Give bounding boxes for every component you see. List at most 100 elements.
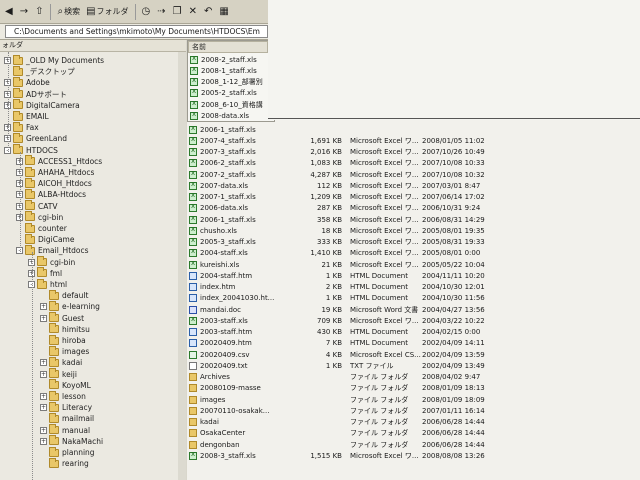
- tree-item[interactable]: + e-learning: [40, 300, 100, 312]
- tree-item[interactable]: + manual: [40, 424, 90, 436]
- folder-icon: [49, 457, 59, 468]
- tree-item[interactable]: counter: [16, 222, 67, 234]
- tree-item[interactable]: default: [40, 289, 88, 301]
- delete-button[interactable]: ✕: [186, 3, 201, 21]
- file-date: 2007/03/01 8:47: [422, 181, 481, 190]
- file-row[interactable]: 2007-2_staff.xls 4,287 KB Microsoft Excel …: [189, 169, 512, 180]
- tree-item[interactable]: _デスクトップ: [4, 65, 75, 77]
- tree-item[interactable]: + lesson: [40, 390, 86, 402]
- tree-item[interactable]: + Guest: [40, 312, 84, 324]
- file-row[interactable]: images ファイル フォルダ 2008/01/09 18:09: [189, 394, 512, 405]
- tree-item[interactable]: rearing: [40, 457, 89, 469]
- file-row[interactable]: chusho.xls 18 KB Microsoft Excel ワ...2005/…: [189, 225, 512, 236]
- file-date: 2008/01/09 18:13: [422, 384, 485, 393]
- column-header-name[interactable]: 名前: [188, 41, 268, 53]
- file-row[interactable]: 2007-1_staff.xls 1,209 KB Microsoft Excel …: [189, 191, 512, 203]
- file-row[interactable]: dengonban ファイル フォルダ 2006/06/28 14:44: [189, 439, 512, 450]
- file-row[interactable]: 2006-data.xls 287 KB Microsoft Excel ワ...2…: [189, 202, 512, 214]
- expand-icon[interactable]: +: [40, 404, 47, 412]
- file-row[interactable]: kadai ファイル フォルダ 2006/06/28 14:44: [189, 417, 512, 428]
- file-row[interactable]: 2007-4_staff.xls 1,691 KB Microsoft Excel …: [189, 135, 512, 146]
- back-button[interactable]: ◀: [2, 3, 17, 21]
- tree-item[interactable]: + _OLD My Documents: [4, 54, 104, 66]
- file-row[interactable]: 20020409.csv 4 KB Microsoft Excel CS... 200…: [189, 349, 512, 360]
- file-row[interactable]: index_20041030.ht... 1 KB HTML Document 200…: [189, 293, 512, 304]
- file-row[interactable]: OsakaCenter ファイル フォルダ 2006/06/28 14:44: [189, 428, 512, 439]
- expand-icon[interactable]: +: [40, 314, 47, 322]
- move-to-button[interactable]: ⇢: [154, 3, 169, 21]
- file-row[interactable]: 20070110-osakak... ファイル フォルダ 2007/01/11 16…: [189, 405, 512, 416]
- file-type: HTML Document: [350, 283, 408, 291]
- tree-item[interactable]: + fml: [28, 267, 62, 279]
- file-row[interactable]: index.htm 2 KB HTML Document 2004/10/30 12:…: [189, 282, 512, 293]
- file-row[interactable]: 20020409.htm 7 KB HTML Document 2002/04/09 …: [189, 338, 512, 349]
- tree-item[interactable]: + AHAHA_Htdocs: [16, 166, 94, 178]
- tree-item-label: html: [50, 280, 68, 289]
- file-row[interactable]: 2006-1_staff.xls: [189, 124, 512, 135]
- file-name: 2007-data.xls: [200, 181, 249, 190]
- tree-item[interactable]: + cgi-bin: [28, 256, 75, 268]
- search-button[interactable]: ⌕ 検索: [54, 3, 83, 21]
- file-row[interactable]: 2006-1_staff.xls 358 KB Microsoft Excel ワ.…: [189, 214, 512, 225]
- tree-item[interactable]: + CATV: [16, 200, 58, 212]
- tree-item[interactable]: mailmail: [40, 412, 94, 424]
- tree-item[interactable]: + NakaMachi: [40, 435, 103, 447]
- tree-item[interactable]: + ALBA-Htdocs: [16, 188, 86, 200]
- file-type: HTML Document: [350, 328, 408, 336]
- views-button[interactable]: ▦: [216, 3, 232, 21]
- tree-item[interactable]: - html: [28, 278, 68, 290]
- expand-icon[interactable]: +: [40, 359, 47, 367]
- folder-icon: [13, 76, 23, 87]
- tree-item[interactable]: + AICOH_Htdocs: [16, 177, 92, 189]
- tree-item[interactable]: KoyoML: [40, 379, 91, 391]
- folder-tree[interactable]: + _OLD My Documents _デスクトップ + Adobe + ADサポート + D…: [0, 52, 186, 480]
- file-row[interactable]: 2006-2_staff.xls 1,083 KB Microsoft Excel …: [189, 157, 512, 169]
- expand-icon[interactable]: +: [40, 437, 47, 445]
- file-name: 2006-1_staff.xls: [200, 215, 256, 224]
- file-row[interactable]: 2007-3_staff.xls 2,016 KB Microsoft Excel …: [189, 146, 512, 158]
- tree-item[interactable]: + kadai: [40, 356, 82, 368]
- file-row[interactable]: 2005-3_staff.xls 333 KB Microsoft Excel ワ.…: [189, 236, 512, 248]
- tree-item[interactable]: + GreenLand: [4, 132, 67, 144]
- file-row[interactable]: mandai.doc 19 KB Microsoft Word 文書 2004/04/…: [189, 304, 512, 315]
- tree-item[interactable]: + ACCESS1_Htdocs: [16, 155, 102, 167]
- file-row[interactable]: 2004-staff.xls 1,410 KB Microsoft Excel ワ.…: [189, 247, 512, 259]
- tree-item[interactable]: + Literacy: [40, 401, 92, 413]
- tree-item[interactable]: hiroba: [40, 334, 86, 346]
- tree-item[interactable]: + Fax: [4, 121, 39, 133]
- expand-icon[interactable]: +: [40, 426, 47, 434]
- file-row[interactable]: 2003-staff.xls 709 KB Microsoft Excel ワ...…: [189, 315, 512, 326]
- up-folder-button[interactable]: ⇧: [32, 3, 47, 21]
- expand-icon[interactable]: +: [40, 303, 47, 311]
- undo-button[interactable]: ↶: [201, 3, 216, 21]
- folders-button[interactable]: ▤ フォルダ: [83, 3, 131, 21]
- folder-icon: [13, 144, 23, 155]
- copy-to-button[interactable]: ❐: [170, 3, 186, 21]
- tree-item[interactable]: himitsu: [40, 323, 90, 335]
- tree-item[interactable]: + keiji: [40, 368, 77, 380]
- tree-item[interactable]: + Adobe: [4, 76, 50, 88]
- tree-item[interactable]: - HTDOCS: [4, 144, 58, 156]
- folder-tree-scrollbar[interactable]: [178, 52, 186, 480]
- file-row[interactable]: kureishi.xls 21 KB Microsoft Excel ワ...200…: [189, 259, 512, 270]
- file-row[interactable]: 2008-3_staff.xls 1,515 KB Microsoft Excel …: [189, 450, 512, 461]
- file-row[interactable]: 2004-staff.htm 1 KB HTML Document 2004/11/1…: [189, 270, 512, 281]
- history-button[interactable]: ◷: [139, 3, 155, 21]
- tree-item[interactable]: - Email_Htdocs: [16, 244, 89, 256]
- file-row[interactable]: 2003-staff.htm 430 KB HTML Document 2004/02…: [189, 327, 512, 338]
- tree-item[interactable]: + DigitalCamera: [4, 99, 80, 111]
- file-row[interactable]: Archives ファイル フォルダ 2008/04/02 9:47: [189, 372, 512, 383]
- expand-icon[interactable]: +: [40, 393, 47, 400]
- tree-item[interactable]: planning: [40, 446, 95, 458]
- tree-item[interactable]: images: [40, 345, 89, 357]
- file-row[interactable]: 2007-data.xls 112 KB Microsoft Excel ワ...2…: [189, 180, 512, 191]
- tree-item[interactable]: + ADサポート: [4, 88, 67, 100]
- address-input[interactable]: C:\Documents and Settings\mkimoto\My Doc…: [5, 25, 268, 38]
- expand-icon[interactable]: +: [40, 370, 47, 378]
- file-row[interactable]: 20080109-masse ファイル フォルダ 2008/01/09 18:13: [189, 383, 512, 394]
- tree-item[interactable]: + cgi-bin: [16, 211, 63, 223]
- file-row[interactable]: 20020409.txt 1 KB TXT ファイル 2002/04/09 13:49: [189, 360, 512, 371]
- forward-button[interactable]: →: [17, 3, 32, 21]
- tree-item[interactable]: DigiCame: [16, 233, 74, 245]
- tree-item[interactable]: EMAIL: [4, 110, 49, 122]
